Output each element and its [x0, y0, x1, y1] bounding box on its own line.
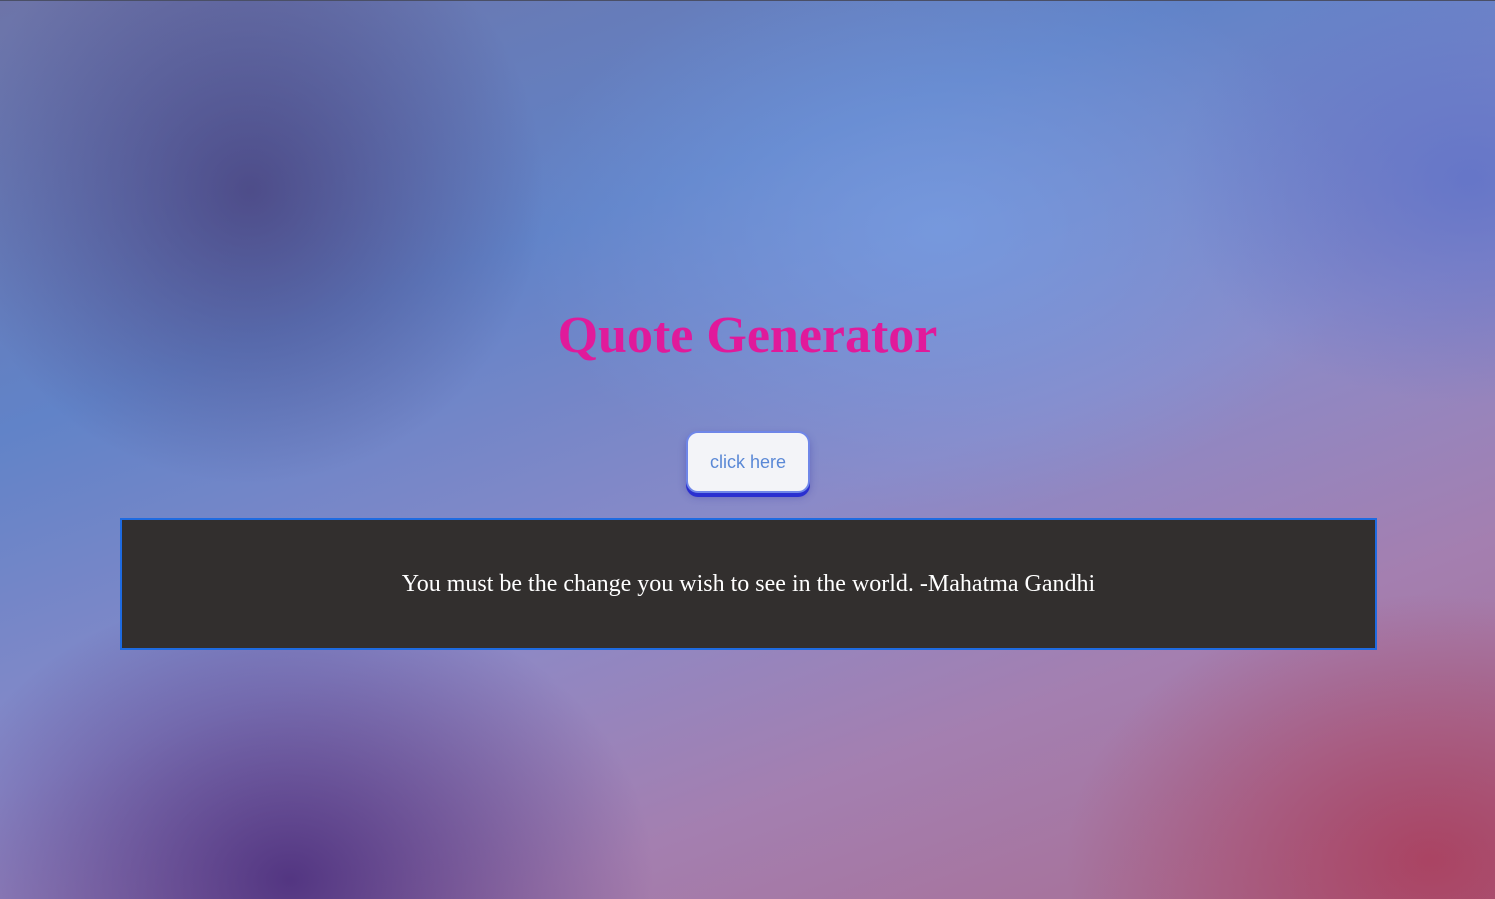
quote-display: You must be the change you wish to see i…: [120, 518, 1377, 650]
quote-text: You must be the change you wish to see i…: [401, 570, 1096, 597]
page-title: Quote Generator: [557, 307, 938, 364]
generate-quote-button[interactable]: click here: [686, 431, 810, 493]
top-border: [0, 0, 1495, 1]
